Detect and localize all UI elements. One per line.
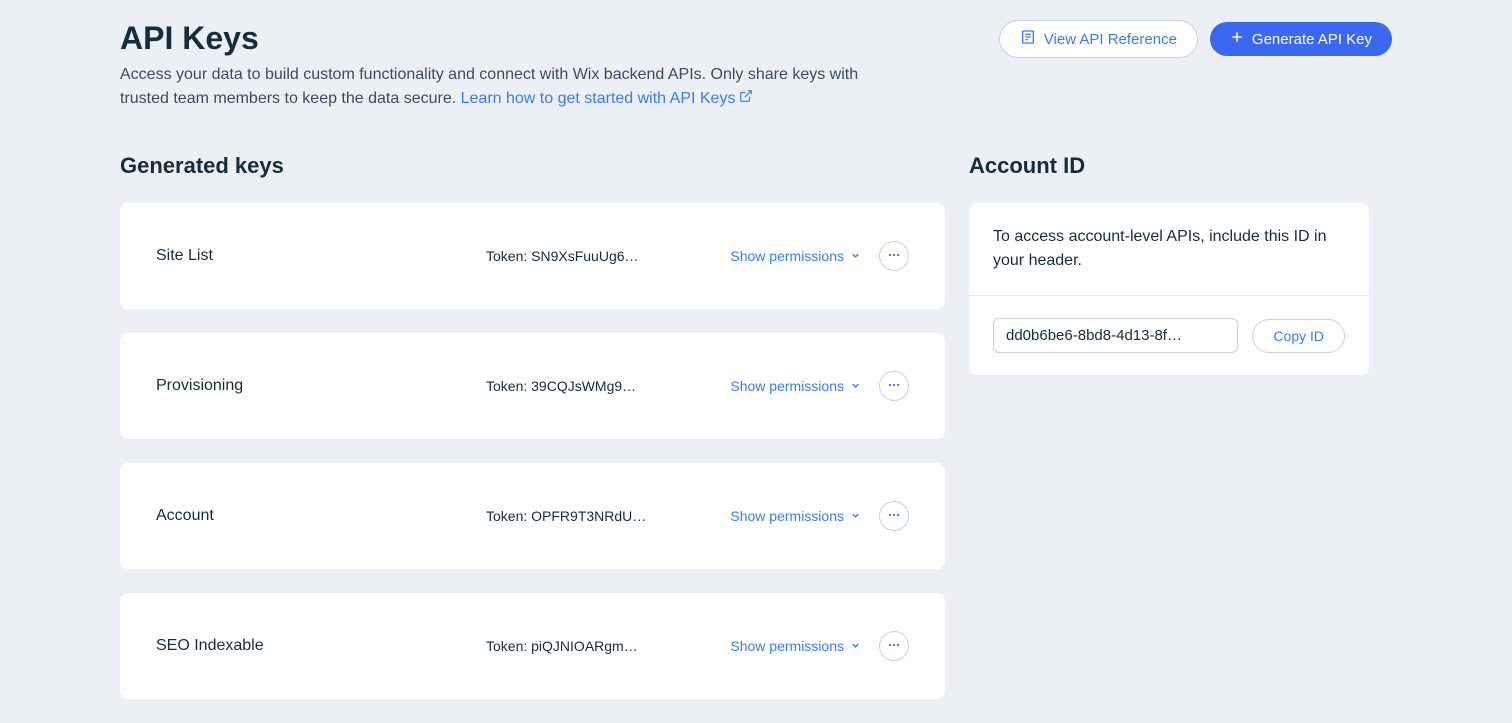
copy-id-button[interactable]: Copy ID — [1252, 319, 1345, 353]
generate-api-key-button[interactable]: Generate API Key — [1210, 22, 1392, 56]
more-options-button[interactable] — [879, 631, 909, 661]
plus-icon — [1230, 30, 1244, 48]
external-link-icon — [739, 87, 753, 111]
key-name: Account — [156, 507, 486, 525]
generate-api-key-label: Generate API Key — [1252, 31, 1372, 48]
more-horizontal-icon — [887, 638, 901, 655]
view-api-reference-label: View API Reference — [1044, 31, 1177, 48]
key-card: Site List Token: SN9XsFuuUg6… Show permi… — [120, 203, 945, 309]
account-id-value[interactable]: dd0b6be6-8bd8-4d13-8f… — [993, 318, 1238, 353]
more-options-button[interactable] — [879, 371, 909, 401]
account-id-title: Account ID — [969, 153, 1369, 179]
key-name: Provisioning — [156, 377, 486, 395]
show-permissions-link[interactable]: Show permissions — [730, 248, 861, 264]
account-id-card: To access account-level APIs, include th… — [969, 203, 1369, 375]
learn-link[interactable]: Learn how to get started with API Keys — [461, 90, 754, 107]
account-id-description: To access account-level APIs, include th… — [969, 203, 1369, 296]
key-card: SEO Indexable Token: piQJNIOARgm… Show p… — [120, 593, 945, 699]
chevron-down-icon — [850, 248, 861, 264]
page-description: Access your data to build custom functio… — [120, 63, 900, 111]
key-token: Token: SN9XsFuuUg6… — [486, 248, 661, 264]
more-horizontal-icon — [887, 378, 901, 395]
key-token: Token: 39CQJsWMg9… — [486, 378, 661, 394]
document-icon — [1020, 29, 1036, 49]
more-options-button[interactable] — [879, 501, 909, 531]
key-card: Provisioning Token: 39CQJsWMg9… Show per… — [120, 333, 945, 439]
show-permissions-link[interactable]: Show permissions — [730, 378, 861, 394]
key-token: Token: OPFR9T3NRdU… — [486, 508, 661, 524]
key-card: Account Token: OPFR9T3NRdU… Show permiss… — [120, 463, 945, 569]
key-name: SEO Indexable — [156, 637, 486, 655]
chevron-down-icon — [850, 378, 861, 394]
generated-keys-title: Generated keys — [120, 153, 945, 179]
key-token: Token: piQJNIOARgm… — [486, 638, 661, 654]
key-name: Site List — [156, 247, 486, 265]
more-horizontal-icon — [887, 508, 901, 525]
show-permissions-link[interactable]: Show permissions — [730, 638, 861, 654]
chevron-down-icon — [850, 508, 861, 524]
view-api-reference-button[interactable]: View API Reference — [999, 20, 1198, 58]
more-horizontal-icon — [887, 248, 901, 265]
page-title: API Keys — [120, 20, 900, 57]
chevron-down-icon — [850, 638, 861, 654]
more-options-button[interactable] — [879, 241, 909, 271]
show-permissions-link[interactable]: Show permissions — [730, 508, 861, 524]
